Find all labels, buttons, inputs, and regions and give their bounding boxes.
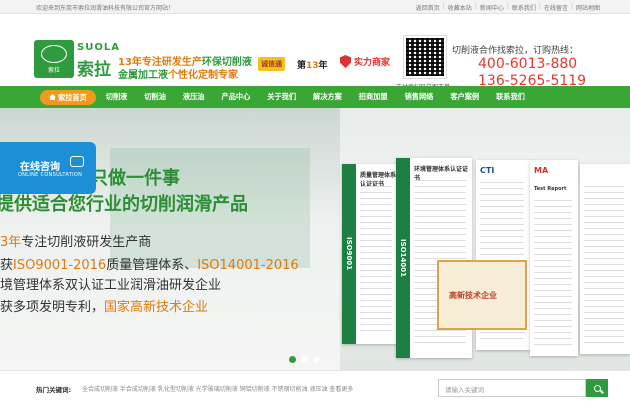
banner-line-2: 获ISO9001-2016质量管理体系、ISO14001-2016 [0,254,299,273]
hero-banner[interactable]: 只做一件事 提供适合您行业的切削润滑产品 3年专注切削液研发生产商 获ISO90… [0,108,630,370]
cert-iso9001-band: ISO9001 [342,164,356,344]
chat-bubble-icon [70,156,84,167]
certificate-quality: ISO9001 质量管理体系认证证书 [342,164,398,344]
high-tech-certificate: 高新技术企业 [437,260,527,330]
banner-line2-mid: 质量管理体系、 [106,258,198,273]
search-icon [593,384,601,392]
main-nav: 索拉首页 切削液 切削油 液压油 产品中心 关于我们 解决方案 招商加盟 销售网… [0,86,630,108]
years-prefix: 第 [297,61,307,71]
years-badge-text: 第13年 [297,58,328,71]
top-link-contact[interactable]: 联系我们 [512,3,536,12]
slogan-line-2: 金属加工液个性化定制专家 [118,66,238,81]
online-consult-title: 在线咨询 [20,162,60,173]
hot-keywords-label: 热门关键词: [36,386,72,394]
online-consult-subtitle: ONLINE CONSULTATION [18,172,83,178]
nav-home-label: 索拉首页 [58,92,87,102]
welcome-text: 欢迎来到东莞市索拉润滑油科技有限公司官方网站！ [36,5,175,12]
hotline-title: 切削液合作找索拉，订购热线： [452,46,579,56]
cert-cma-label: MA [534,166,549,175]
banner-line2-prefix: 获 [0,258,14,273]
certificate-extra [580,164,630,354]
slider-dots [289,356,320,363]
cert-report-label: Test Report [534,186,567,192]
header: 索拉 SUOLA 索拉 13年专注研发生产环保切削液 金属加工液个性化定制专家 … [0,14,630,91]
nav-item-sales-network[interactable]: 销售网络 [398,86,441,108]
strength-merchant-label: 实力商家 [354,58,391,68]
brand-name-en: SUOLA [77,42,120,53]
banner-line-1: 3年专注切削液研发生产商 [0,231,151,250]
cert-iso14001-band: ISO14001 [396,158,410,358]
logo-mark-icon [41,44,67,63]
hotline-number-1: 400-6013-880 [478,56,578,72]
logo-caption: 索拉 [47,66,60,74]
banner-line-4: 获多项发明专利，国家高新技术企业 [0,296,208,315]
online-consult-button[interactable]: 在线咨询 ONLINE CONSULTATION [0,142,96,194]
slider-dot-2[interactable] [301,356,308,363]
nav-item-contact[interactable]: 联系我们 [489,86,532,108]
high-tech-title: 高新技术企业 [449,291,497,300]
nav-item-franchise[interactable]: 招商加盟 [352,86,395,108]
nav-item-home[interactable]: 索拉首页 [40,89,96,105]
nav-item-hydraulic-oil[interactable]: 液压油 [176,86,212,108]
banner-line1-text: 专注切削液研发生产商 [21,235,152,250]
banner-line2-iso9001: ISO9001-2016 [13,258,107,273]
search-input[interactable]: 请输入关键词 [438,379,586,397]
logo[interactable]: 索拉 [34,40,74,78]
hot-keywords-list[interactable]: 全合成切削液 半合成切削液 乳化型切削液 光学玻璃切削液 铜铝切削液 不锈钢切削… [82,384,353,393]
nav-item-cases[interactable]: 客户案例 [443,86,486,108]
nav-item-cutting-oil[interactable]: 切削油 [137,86,173,108]
search-bar: 热门关键词: 全合成切削液 半合成切削液 乳化型切削液 光学玻璃切削液 铜铝切削… [0,370,630,420]
top-link-news[interactable]: 新闻中心 [480,3,504,12]
slider-dot-1[interactable] [289,356,296,363]
brand-name-cn: 索拉 [77,60,111,80]
shield-icon [340,55,351,68]
home-icon [49,94,56,100]
top-link-bookmark[interactable]: 收藏本站 [448,3,472,12]
banner-line-3: 境管理体系双认证工业润滑油研发企业 [0,278,222,293]
top-link-message[interactable]: 在线留言 [544,3,568,12]
slogan2-orange: 个性化定制专家 [168,70,238,81]
banner-line1-highlight: 3年 [0,235,22,250]
cert-cti-label: CTI [480,166,495,175]
top-links: 返回首页 | 收藏本站 | 新闻中心 | 联系我们 | 在线留言 | 网站地图 [415,3,600,12]
years-number: 13 [306,61,319,71]
top-link-sitemap[interactable]: 网站地图 [576,3,600,12]
top-bar: 欢迎来到东莞市索拉润滑油科技有限公司官方网站！ 返回首页 | 收藏本站 | 新闻中心… [0,0,630,14]
chengxintong-badge: 诚信通 [258,57,285,71]
certificate-cma-report: MA Test Report [530,160,578,356]
search-button[interactable] [586,379,608,397]
slider-dot-3[interactable] [313,356,320,363]
nav-item-cutting-fluid[interactable]: 切削液 [99,86,135,108]
banner-line2-iso14001: ISO14001-2016 [197,258,299,273]
banner-line4-prefix: 获多项发明专利， [0,300,105,315]
nav-item-products[interactable]: 产品中心 [215,86,258,108]
nav-item-solutions[interactable]: 解决方案 [306,86,349,108]
nav-item-about[interactable]: 关于我们 [260,86,303,108]
strength-merchant-badge: 实力商家 [340,55,390,68]
slogan2-green: 金属加工液 [118,70,168,81]
banner-line4-highlight: 国家高新技术企业 [104,300,209,315]
qr-code-image [403,35,447,79]
years-suffix: 年 [318,61,328,71]
banner-heading-1: 只做一件事 [90,168,180,189]
top-link-home[interactable]: 返回首页 [416,3,440,12]
